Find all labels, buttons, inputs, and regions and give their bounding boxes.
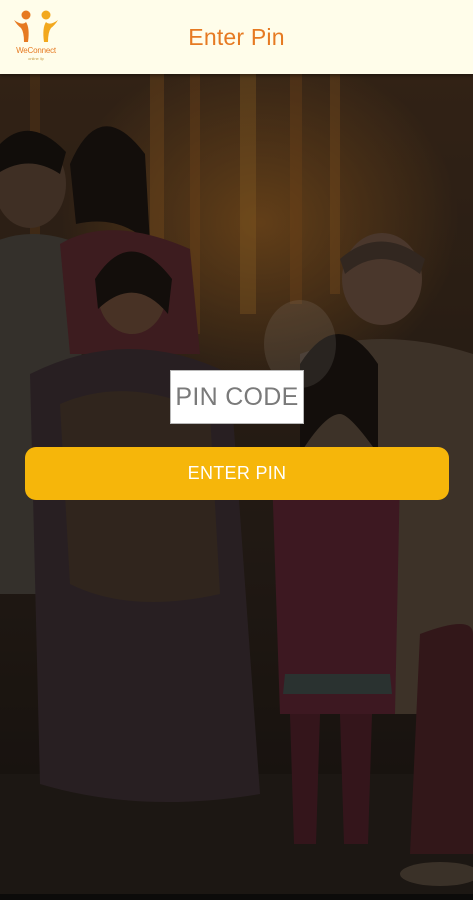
family-background-image: PIN CODE ENTER PIN bbox=[0, 74, 473, 900]
bottom-edge bbox=[0, 894, 473, 900]
app-bar: WeConnect online llp Enter Pin bbox=[0, 0, 473, 74]
page-title: Enter Pin bbox=[188, 24, 285, 50]
enter-pin-button[interactable]: ENTER PIN bbox=[25, 447, 449, 500]
logo-tagline: online llp bbox=[28, 56, 44, 61]
pin-code-input[interactable]: PIN CODE bbox=[170, 370, 304, 424]
